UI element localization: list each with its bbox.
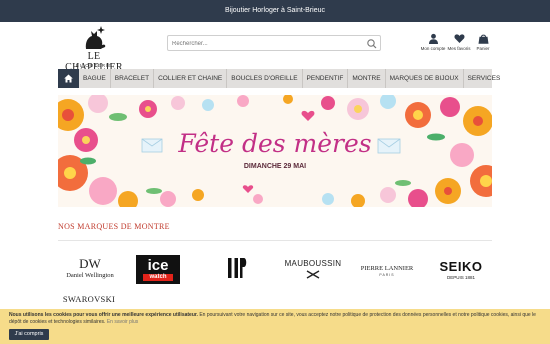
mothers-day-banner[interactable]: Fête des mères DIMANCHE 29 MAI [58, 95, 492, 207]
search-button[interactable] [366, 37, 378, 49]
nav-item-collier[interactable]: COLLIER ET CHAINE [154, 69, 228, 88]
seiko-subtitle: DEPUIS 1881 [446, 275, 475, 280]
cookie-message: Nous utilisons les cookies pour vous off… [9, 312, 545, 325]
search-input[interactable] [172, 38, 362, 49]
nav-item-marques[interactable]: MARQUES DE BIJOUX [386, 69, 464, 88]
mauboussin-wordmark: MAUBOUSSIN [284, 259, 342, 268]
bag-icon [478, 34, 488, 44]
cookie-message-bold: Nous utilisons les cookies pour vous off… [9, 312, 198, 318]
heart-icon [453, 34, 465, 43]
cookie-banner: Nous utilisons les cookies pour vous off… [0, 309, 550, 344]
mauboussin-cross-icon [306, 270, 320, 279]
topbar-text: Bijoutier Horloger à Saint-Brieuc [225, 7, 325, 14]
ice-watch-badge: watch [143, 273, 173, 281]
nav-home-button[interactable] [58, 69, 79, 88]
dw-wordmark: Daniel Wellington [66, 272, 114, 279]
nav-items: BAGUE BRACELET COLLIER ET CHAINE BOUCLES… [79, 69, 504, 88]
brand-mauboussin[interactable]: MAUBOUSSIN [280, 255, 346, 283]
banner-subtitle: DIMANCHE 29 MAI [243, 163, 307, 170]
brand-lip[interactable]: lip [212, 254, 262, 282]
cookie-accept-button[interactable]: J'ai compris [9, 329, 49, 340]
lip-logo-icon [228, 258, 247, 278]
site-header: LE CHAPELIER BIJOUTERIE Mon compte Mes f… [0, 22, 550, 73]
nav-item-montre[interactable]: MONTRE [348, 69, 386, 88]
user-icon [428, 33, 438, 44]
brand-daniel-wellington[interactable]: DW Daniel Wellington [58, 254, 122, 282]
section-divider [58, 240, 492, 241]
cart-link[interactable]: Panier [468, 33, 498, 55]
brand-pierre-lannier[interactable]: PIERRE LANNIER PARIS [356, 257, 418, 285]
banner-title: Fête des mères [178, 129, 372, 158]
search-bar [167, 35, 381, 51]
logo-subtitle: BIJOUTERIE [75, 63, 113, 68]
cart-label: Panier [476, 46, 490, 51]
site-logo[interactable]: LE CHAPELIER BIJOUTERIE [58, 24, 130, 73]
home-icon [64, 74, 73, 83]
pierre-lannier-wordmark: PIERRE LANNIER [360, 265, 414, 272]
nav-item-services[interactable]: SERVICES [464, 69, 505, 88]
nav-item-bracelet[interactable]: BRACELET [111, 69, 155, 88]
nav-item-boucles[interactable]: BOUCLES D'OREILLE [227, 69, 303, 88]
cookie-learn-more-link[interactable]: En savoir plus [105, 319, 138, 325]
search-icon [367, 39, 377, 49]
brand-swarovski[interactable]: SWAROVSKI [58, 292, 120, 306]
top-announcement-bar: Bijoutier Horloger à Saint-Brieuc [0, 0, 550, 22]
brand-seiko[interactable]: SEIKO DEPUIS 1881 [430, 256, 492, 284]
main-navigation: BAGUE BRACELET COLLIER ET CHAINE BOUCLES… [58, 69, 500, 88]
swarovski-wordmark: SWAROVSKI [62, 294, 116, 304]
brands-section-title: NOS MARQUES DE MONTRE [58, 222, 170, 231]
cat-logo-icon [85, 26, 106, 49]
pierre-lannier-subtitle: PARIS [379, 273, 395, 277]
ice-wordmark: ice [147, 256, 169, 274]
nav-item-bague[interactable]: BAGUE [79, 69, 111, 88]
seiko-wordmark: SEIKO [439, 259, 483, 274]
nav-item-pendentif[interactable]: PENDENTIF [303, 69, 349, 88]
brand-ice-watch[interactable]: ice watch [136, 255, 180, 284]
dw-monogram: DW [79, 256, 101, 271]
